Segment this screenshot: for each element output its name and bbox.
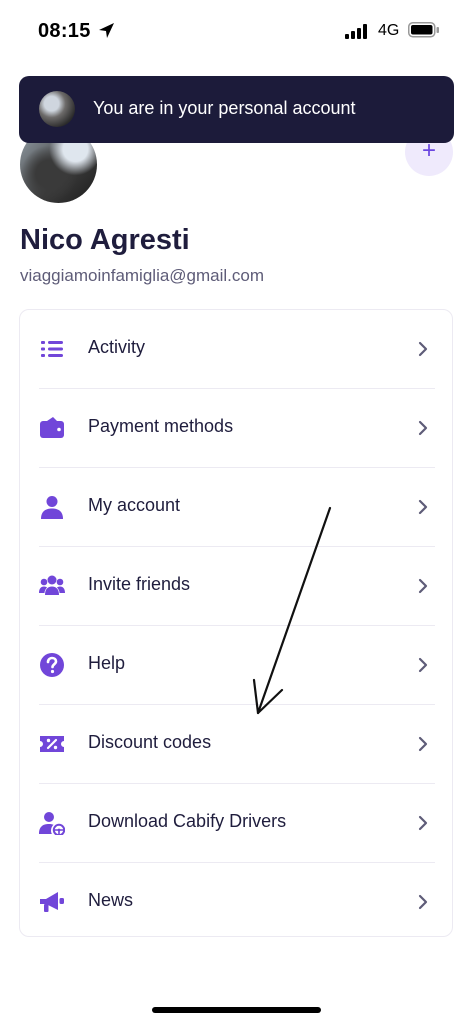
driver-icon [39, 812, 65, 835]
chevron-right-icon [418, 894, 428, 910]
menu-item-label: Discount codes [88, 732, 212, 752]
status-time: 08:15 [38, 20, 91, 42]
chevron-right-icon [418, 578, 428, 594]
menu-item-my-account[interactable]: My account [20, 468, 452, 546]
menu-item-activity[interactable]: Activity [20, 310, 452, 388]
battery-icon [408, 22, 439, 38]
menu-item-label: Invite friends [88, 574, 191, 594]
list-icon [41, 341, 63, 357]
home-indicator[interactable] [152, 1007, 321, 1013]
megaphone-icon [40, 892, 64, 912]
menu-item-label: News [88, 890, 134, 910]
menu-item-discount-codes[interactable]: Discount codes [20, 705, 452, 783]
menu-item-label: Payment methods [88, 416, 234, 436]
chevron-right-icon [418, 341, 428, 357]
menu-item-news[interactable]: News [20, 863, 452, 941]
chevron-right-icon [418, 499, 428, 515]
toast-message: You are in your personal account [93, 98, 356, 118]
chevron-right-icon [418, 420, 428, 436]
menu-item-help[interactable]: Help [20, 626, 452, 704]
cellular-signal-icon [345, 24, 367, 39]
status-bar: 08:15 4G [0, 0, 473, 64]
chevron-right-icon [418, 657, 428, 673]
menu-card: Activity Payment methods My account Invi… [19, 309, 453, 937]
menu-item-label: My account [88, 495, 181, 515]
wallet-icon [40, 417, 64, 438]
location-arrow-icon [99, 23, 114, 38]
menu-item-label: Help [88, 653, 126, 673]
toast-avatar [39, 91, 75, 127]
chevron-right-icon [418, 736, 428, 752]
user-name: Nico Agresti [20, 224, 190, 256]
question-icon [40, 653, 64, 677]
network-type: 4G [378, 22, 400, 39]
person-icon [41, 496, 63, 519]
menu-item-label: Activity [88, 337, 146, 357]
menu-item-payment-methods[interactable]: Payment methods [20, 389, 452, 467]
menu-item-invite-friends[interactable]: Invite friends [20, 547, 452, 625]
group-icon [39, 575, 65, 595]
user-email: viaggiamoinfamiglia@gmail.com [20, 266, 265, 285]
coupon-icon [40, 736, 64, 752]
menu-item-download-cabify-drivers[interactable]: Download Cabify Drivers [20, 784, 452, 862]
menu-item-label: Download Cabify Drivers [88, 811, 287, 831]
chevron-right-icon [418, 815, 428, 831]
account-toast: You are in your personal account [19, 76, 454, 143]
